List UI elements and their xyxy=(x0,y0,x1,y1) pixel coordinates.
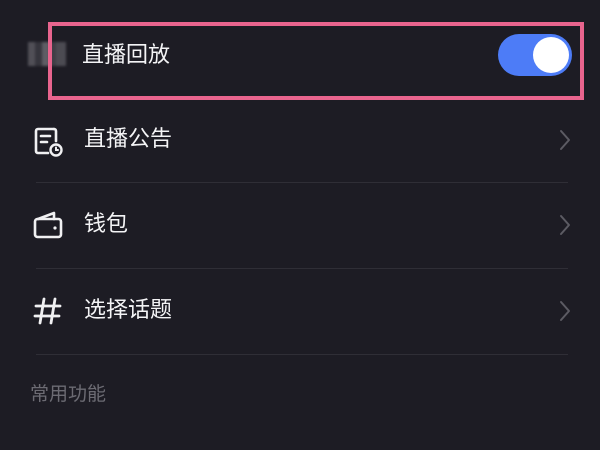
chevron-right-icon xyxy=(560,130,570,150)
hashtag-icon xyxy=(33,297,62,325)
wallet-icon xyxy=(33,211,63,239)
menu-item-label: 直播公告 xyxy=(84,127,173,152)
live-replay-label: 直播回放 xyxy=(82,43,171,68)
divider xyxy=(36,354,568,355)
menu-item-select-topic[interactable]: 选择话题 xyxy=(0,269,600,354)
document-clock-icon xyxy=(34,127,63,157)
live-replay-toggle[interactable] xyxy=(498,34,572,76)
live-replay-row: 直播回放 xyxy=(0,14,600,100)
menu-item-label: 选择话题 xyxy=(84,298,173,323)
chevron-right-icon xyxy=(560,215,570,235)
toggle-knob xyxy=(533,37,569,73)
menu-item-live-announcement[interactable]: 直播公告 xyxy=(0,98,600,183)
live-settings-screen: 直播回放 直播公告 钱包 选择话题 常用功能 xyxy=(0,0,600,450)
section-title-common-functions: 常用功能 xyxy=(30,383,107,405)
menu-item-wallet[interactable]: 钱包 xyxy=(0,183,600,268)
menu-item-label: 钱包 xyxy=(84,212,129,237)
chevron-right-icon xyxy=(560,301,570,321)
